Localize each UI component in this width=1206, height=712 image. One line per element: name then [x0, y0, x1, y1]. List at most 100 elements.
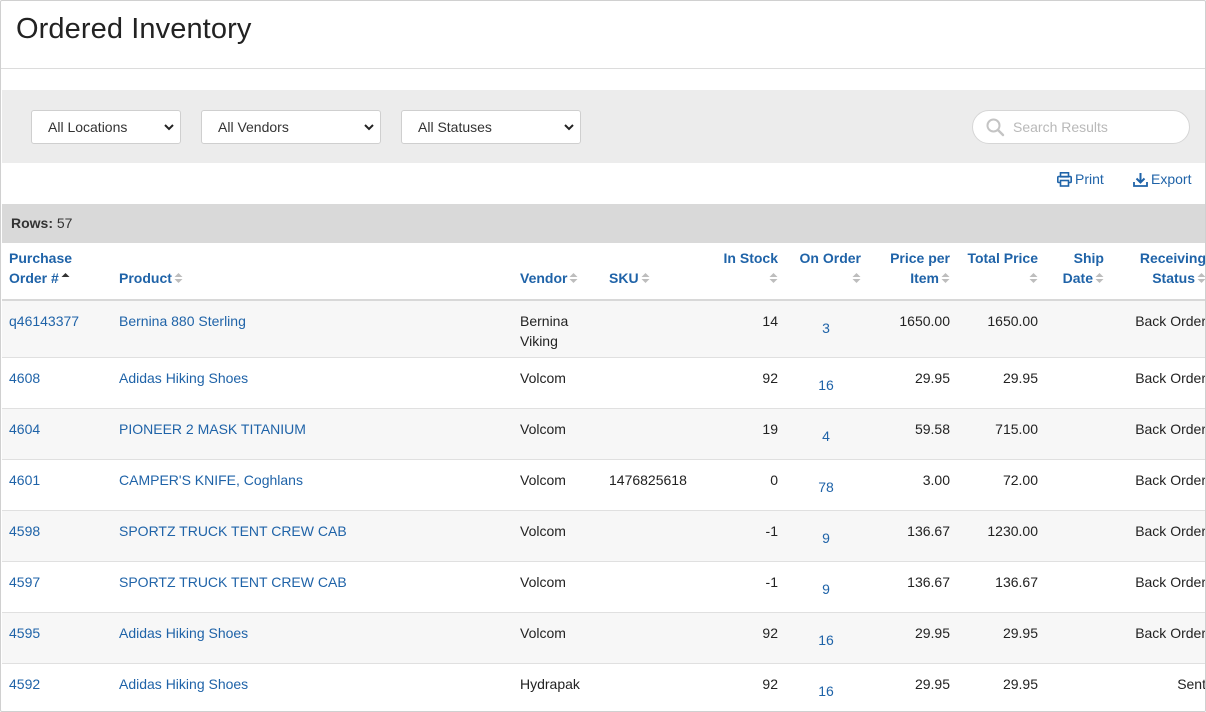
- purchase-order-link[interactable]: 4601: [9, 472, 40, 488]
- product-link[interactable]: SPORTZ TRUCK TENT CREW CAB: [119, 574, 347, 590]
- status-filter-select[interactable]: All Statuses: [401, 110, 581, 144]
- page-title: Ordered Inventory: [16, 13, 252, 45]
- on-order-link[interactable]: 16: [818, 623, 834, 650]
- ship-date-cell: [1044, 408, 1110, 460]
- on-order-link[interactable]: 3: [822, 311, 830, 338]
- on-order-link[interactable]: 9: [822, 521, 830, 548]
- vendor-cell: Bernina Viking: [513, 300, 602, 358]
- total-price-cell: 29.95: [956, 612, 1044, 664]
- price-per-item-cell: 29.95: [867, 663, 956, 711]
- vendor-filter-select[interactable]: All Vendors: [201, 110, 381, 144]
- location-filter-value: All Locations: [48, 119, 128, 135]
- vendor-cell: Hydrapak: [513, 663, 602, 711]
- purchase-order-link[interactable]: q46143377: [9, 313, 79, 329]
- in-stock-cell: 0: [710, 459, 784, 511]
- total-price-cell: 29.95: [956, 663, 1044, 711]
- total-price-cell: 715.00: [956, 408, 1044, 460]
- column-header-receiving-status[interactable]: Receiving Status: [1110, 243, 1205, 301]
- row-count-label: Rows:: [11, 215, 53, 231]
- price-per-item-cell: 29.95: [867, 357, 956, 409]
- price-per-item-cell: 136.67: [867, 561, 956, 613]
- product-link[interactable]: CAMPER'S KNIFE, Coghlans: [119, 472, 303, 488]
- sku-cell: [602, 510, 710, 562]
- receiving-status-cell: Sent: [1110, 663, 1205, 711]
- ship-date-cell: [1044, 357, 1110, 409]
- on-order-link[interactable]: 16: [818, 674, 834, 701]
- ship-date-cell: [1044, 612, 1110, 664]
- purchase-order-link[interactable]: 4592: [9, 676, 40, 692]
- sort-icon: [174, 273, 183, 283]
- ship-date-cell: [1044, 300, 1110, 358]
- product-link[interactable]: Adidas Hiking Shoes: [119, 676, 248, 692]
- product-link[interactable]: Adidas Hiking Shoes: [119, 370, 248, 386]
- price-per-item-cell: 59.58: [867, 408, 956, 460]
- total-price-cell: 29.95: [956, 357, 1044, 409]
- vendor-filter-value: All Vendors: [218, 119, 289, 135]
- receiving-status-cell: Back Order: [1110, 561, 1205, 613]
- sort-ascending-icon: [61, 273, 70, 277]
- vendor-cell: Volcom: [513, 459, 602, 511]
- search-icon: [986, 118, 1005, 137]
- sort-icon: [1029, 273, 1038, 283]
- sort-icon: [641, 273, 650, 283]
- purchase-order-link[interactable]: 4608: [9, 370, 40, 386]
- column-header-purchase-order[interactable]: Purchase Order #: [2, 243, 112, 301]
- ship-date-cell: [1044, 510, 1110, 562]
- status-filter-value: All Statuses: [418, 119, 492, 135]
- column-header-in-stock[interactable]: In Stock: [710, 243, 784, 301]
- receiving-status-cell: Back Order: [1110, 300, 1205, 358]
- receiving-status-cell: Back Order: [1110, 510, 1205, 562]
- in-stock-cell: 19: [710, 408, 784, 460]
- column-header-ship-date[interactable]: Ship Date: [1044, 243, 1110, 301]
- printer-icon: [1057, 172, 1072, 187]
- sort-icon: [569, 273, 578, 283]
- purchase-order-link[interactable]: 4597: [9, 574, 40, 590]
- purchase-order-link[interactable]: 4595: [9, 625, 40, 641]
- export-button[interactable]: Export: [1133, 171, 1191, 187]
- sku-cell: [602, 612, 710, 664]
- on-order-link[interactable]: 78: [818, 470, 834, 497]
- product-link[interactable]: SPORTZ TRUCK TENT CREW CAB: [119, 523, 347, 539]
- sku-cell: [602, 663, 710, 711]
- purchase-order-link[interactable]: 4598: [9, 523, 40, 539]
- total-price-cell: 72.00: [956, 459, 1044, 511]
- sku-cell: 1476825618: [602, 459, 710, 511]
- receiving-status-cell: Back Order: [1110, 357, 1205, 409]
- vendor-cell: Volcom: [513, 612, 602, 664]
- filter-bar: All Locations All Vendors All Statuses: [2, 90, 1205, 163]
- column-header-on-order[interactable]: On Order: [784, 243, 867, 301]
- sku-cell: [602, 561, 710, 613]
- column-header-price-per-item[interactable]: Price per Item: [867, 243, 956, 301]
- sort-icon: [1095, 273, 1104, 283]
- ship-date-cell: [1044, 663, 1110, 711]
- on-order-link[interactable]: 16: [818, 368, 834, 395]
- in-stock-cell: 92: [710, 612, 784, 664]
- price-per-item-cell: 3.00: [867, 459, 956, 511]
- row-count-value: 57: [56, 215, 73, 231]
- search-input[interactable]: [1013, 118, 1178, 136]
- download-icon: [1133, 173, 1148, 187]
- purchase-order-link[interactable]: 4604: [9, 421, 40, 437]
- total-price-cell: 136.67: [956, 561, 1044, 613]
- in-stock-cell: -1: [710, 561, 784, 613]
- on-order-link[interactable]: 9: [822, 572, 830, 599]
- search-box[interactable]: [972, 110, 1190, 144]
- vendor-cell: Volcom: [513, 357, 602, 409]
- product-link[interactable]: PIONEER 2 MASK TITANIUM: [119, 421, 306, 437]
- ship-date-cell: [1044, 459, 1110, 511]
- sku-cell: [602, 357, 710, 409]
- product-link[interactable]: Bernina 880 Sterling: [119, 313, 246, 329]
- print-button[interactable]: Print: [1057, 171, 1104, 187]
- price-per-item-cell: 136.67: [867, 510, 956, 562]
- product-link[interactable]: Adidas Hiking Shoes: [119, 625, 248, 641]
- column-header-total-price[interactable]: Total Price: [956, 243, 1044, 301]
- receiving-status-cell: Back Order: [1110, 459, 1205, 511]
- column-header-vendor[interactable]: Vendor: [513, 243, 602, 301]
- chevron-down-icon: [364, 124, 374, 131]
- sort-icon: [941, 273, 950, 283]
- in-stock-cell: -1: [710, 510, 784, 562]
- column-header-sku[interactable]: SKU: [602, 243, 710, 301]
- location-filter-select[interactable]: All Locations: [31, 110, 181, 144]
- column-header-product[interactable]: Product: [112, 243, 513, 301]
- on-order-link[interactable]: 4: [822, 419, 830, 446]
